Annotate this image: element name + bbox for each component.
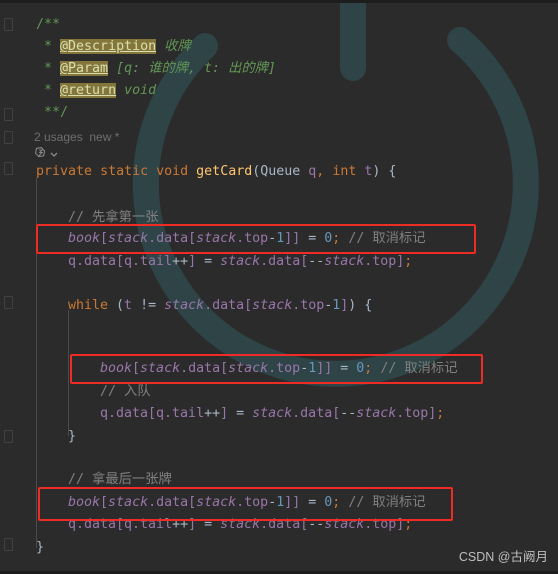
javadoc-star: *	[44, 61, 53, 76]
while-header: while (t != stack.data[stack.top-1]) {	[68, 298, 373, 313]
method-signature: private static void getCard(Queue q, int…	[36, 165, 396, 179]
comment-last-card: // 拿最后一张牌	[68, 473, 172, 487]
stmt-enqueue-loop: q.data[q.tail++] = stack.data[--stack.to…	[100, 406, 445, 421]
param-comma: ,	[316, 164, 333, 179]
javadoc-description-text: 收牌	[164, 39, 191, 54]
javadoc-close-text: **/	[44, 105, 69, 120]
code-vision-row[interactable]: 2 usages new *	[34, 130, 119, 144]
ident-stack: stack	[108, 231, 149, 246]
stmt-book-last: book[stack.data[stack.top-1]] = 0; // 取消…	[68, 495, 426, 510]
code-vision-icons[interactable]	[34, 144, 59, 163]
top-strip	[0, 0, 558, 3]
method-close-brace-text: }	[36, 540, 45, 555]
stmt-book-loop: book[stack.data[stack.top-1]] = 0; // 取消…	[100, 361, 458, 376]
csdn-watermark: CSDN @古阙月	[458, 550, 548, 564]
stmt-book-last-comment: // 取消标记	[348, 495, 426, 510]
javadoc-param-line: * @Param [q: 谁的牌, t: 出的牌]	[44, 61, 276, 76]
javadoc-open: /**	[36, 18, 60, 32]
code-vision-usages[interactable]: 2 usages	[34, 130, 83, 144]
method-close-brace: }	[36, 541, 44, 555]
javadoc-description-line: * @Description 收牌	[44, 39, 191, 54]
ident-stack: stack	[220, 254, 261, 269]
code-content[interactable]: /** * @Description 收牌 * @Param [q: 谁的牌, …	[0, 0, 558, 574]
code-vision-new[interactable]: new *	[89, 130, 119, 144]
javadoc-tag-param: @Param	[60, 61, 109, 76]
stmt-enqueue-first: q.data[q.tail++] = stack.data[--stack.to…	[68, 254, 413, 269]
comment-last-card-text: // 拿最后一张牌	[68, 472, 172, 487]
javadoc-tag-return: @return	[60, 83, 117, 98]
return-type-void: void	[156, 164, 189, 179]
comment-first-card-text: // 先拿第一张	[68, 210, 159, 225]
while-close-brace: }	[68, 430, 76, 444]
code-editor-screenshot: /** * @Description 收牌 * @Param [q: 谁的牌, …	[0, 0, 558, 574]
javadoc-return-line: * @return void	[44, 83, 157, 98]
stmt-book-first-comment: // 取消标记	[348, 231, 426, 246]
javadoc-star: *	[44, 39, 53, 54]
method-name: getCard	[196, 164, 253, 179]
ident-stack: stack	[196, 231, 237, 246]
stmt-enqueue-last: q.data[q.tail++] = stack.data[--stack.to…	[68, 517, 413, 532]
param1-type: Queue	[260, 164, 301, 179]
param2-type: int	[332, 164, 357, 179]
ident-stack: stack	[228, 361, 269, 376]
javadoc-star: *	[44, 83, 53, 98]
ident-book: book	[100, 361, 133, 376]
ident-stack: stack	[220, 517, 261, 532]
javadoc-tag-description: @Description	[60, 39, 157, 54]
ident-stack: stack	[140, 361, 181, 376]
chevron-down-icon[interactable]	[49, 144, 59, 163]
stmt-book-first: book[stack.data[stack.top-1]] = 0; // 取消…	[68, 231, 426, 246]
ident-stack: stack	[164, 298, 205, 313]
javadoc-return-text: void	[124, 83, 157, 98]
javadoc-open-text: /**	[36, 17, 61, 32]
ident-stack: stack	[252, 406, 293, 421]
brace-open: {	[380, 164, 397, 179]
ident-book: book	[68, 495, 101, 510]
javadoc-param-text: [q: 谁的牌, t: 出的牌]	[116, 61, 276, 76]
modifier-static: static	[100, 164, 149, 179]
modifier-private: private	[36, 164, 93, 179]
stmt-book-loop-comment: // 取消标记	[380, 361, 458, 376]
while-close-brace-text: }	[68, 429, 77, 444]
ident-stack: stack	[324, 517, 365, 532]
javadoc-close: **/	[44, 106, 68, 120]
ident-stack: stack	[356, 406, 397, 421]
ident-stack: stack	[252, 298, 293, 313]
comment-first-card: // 先拿第一张	[68, 211, 159, 225]
ident-stack: stack	[196, 495, 237, 510]
code-vision-icon[interactable]	[34, 144, 47, 163]
ident-stack: stack	[324, 254, 365, 269]
comment-enqueue-text: // 入队	[100, 384, 151, 399]
comment-enqueue: // 入队	[100, 385, 151, 399]
ident-book: book	[68, 231, 101, 246]
ident-stack: stack	[108, 495, 149, 510]
